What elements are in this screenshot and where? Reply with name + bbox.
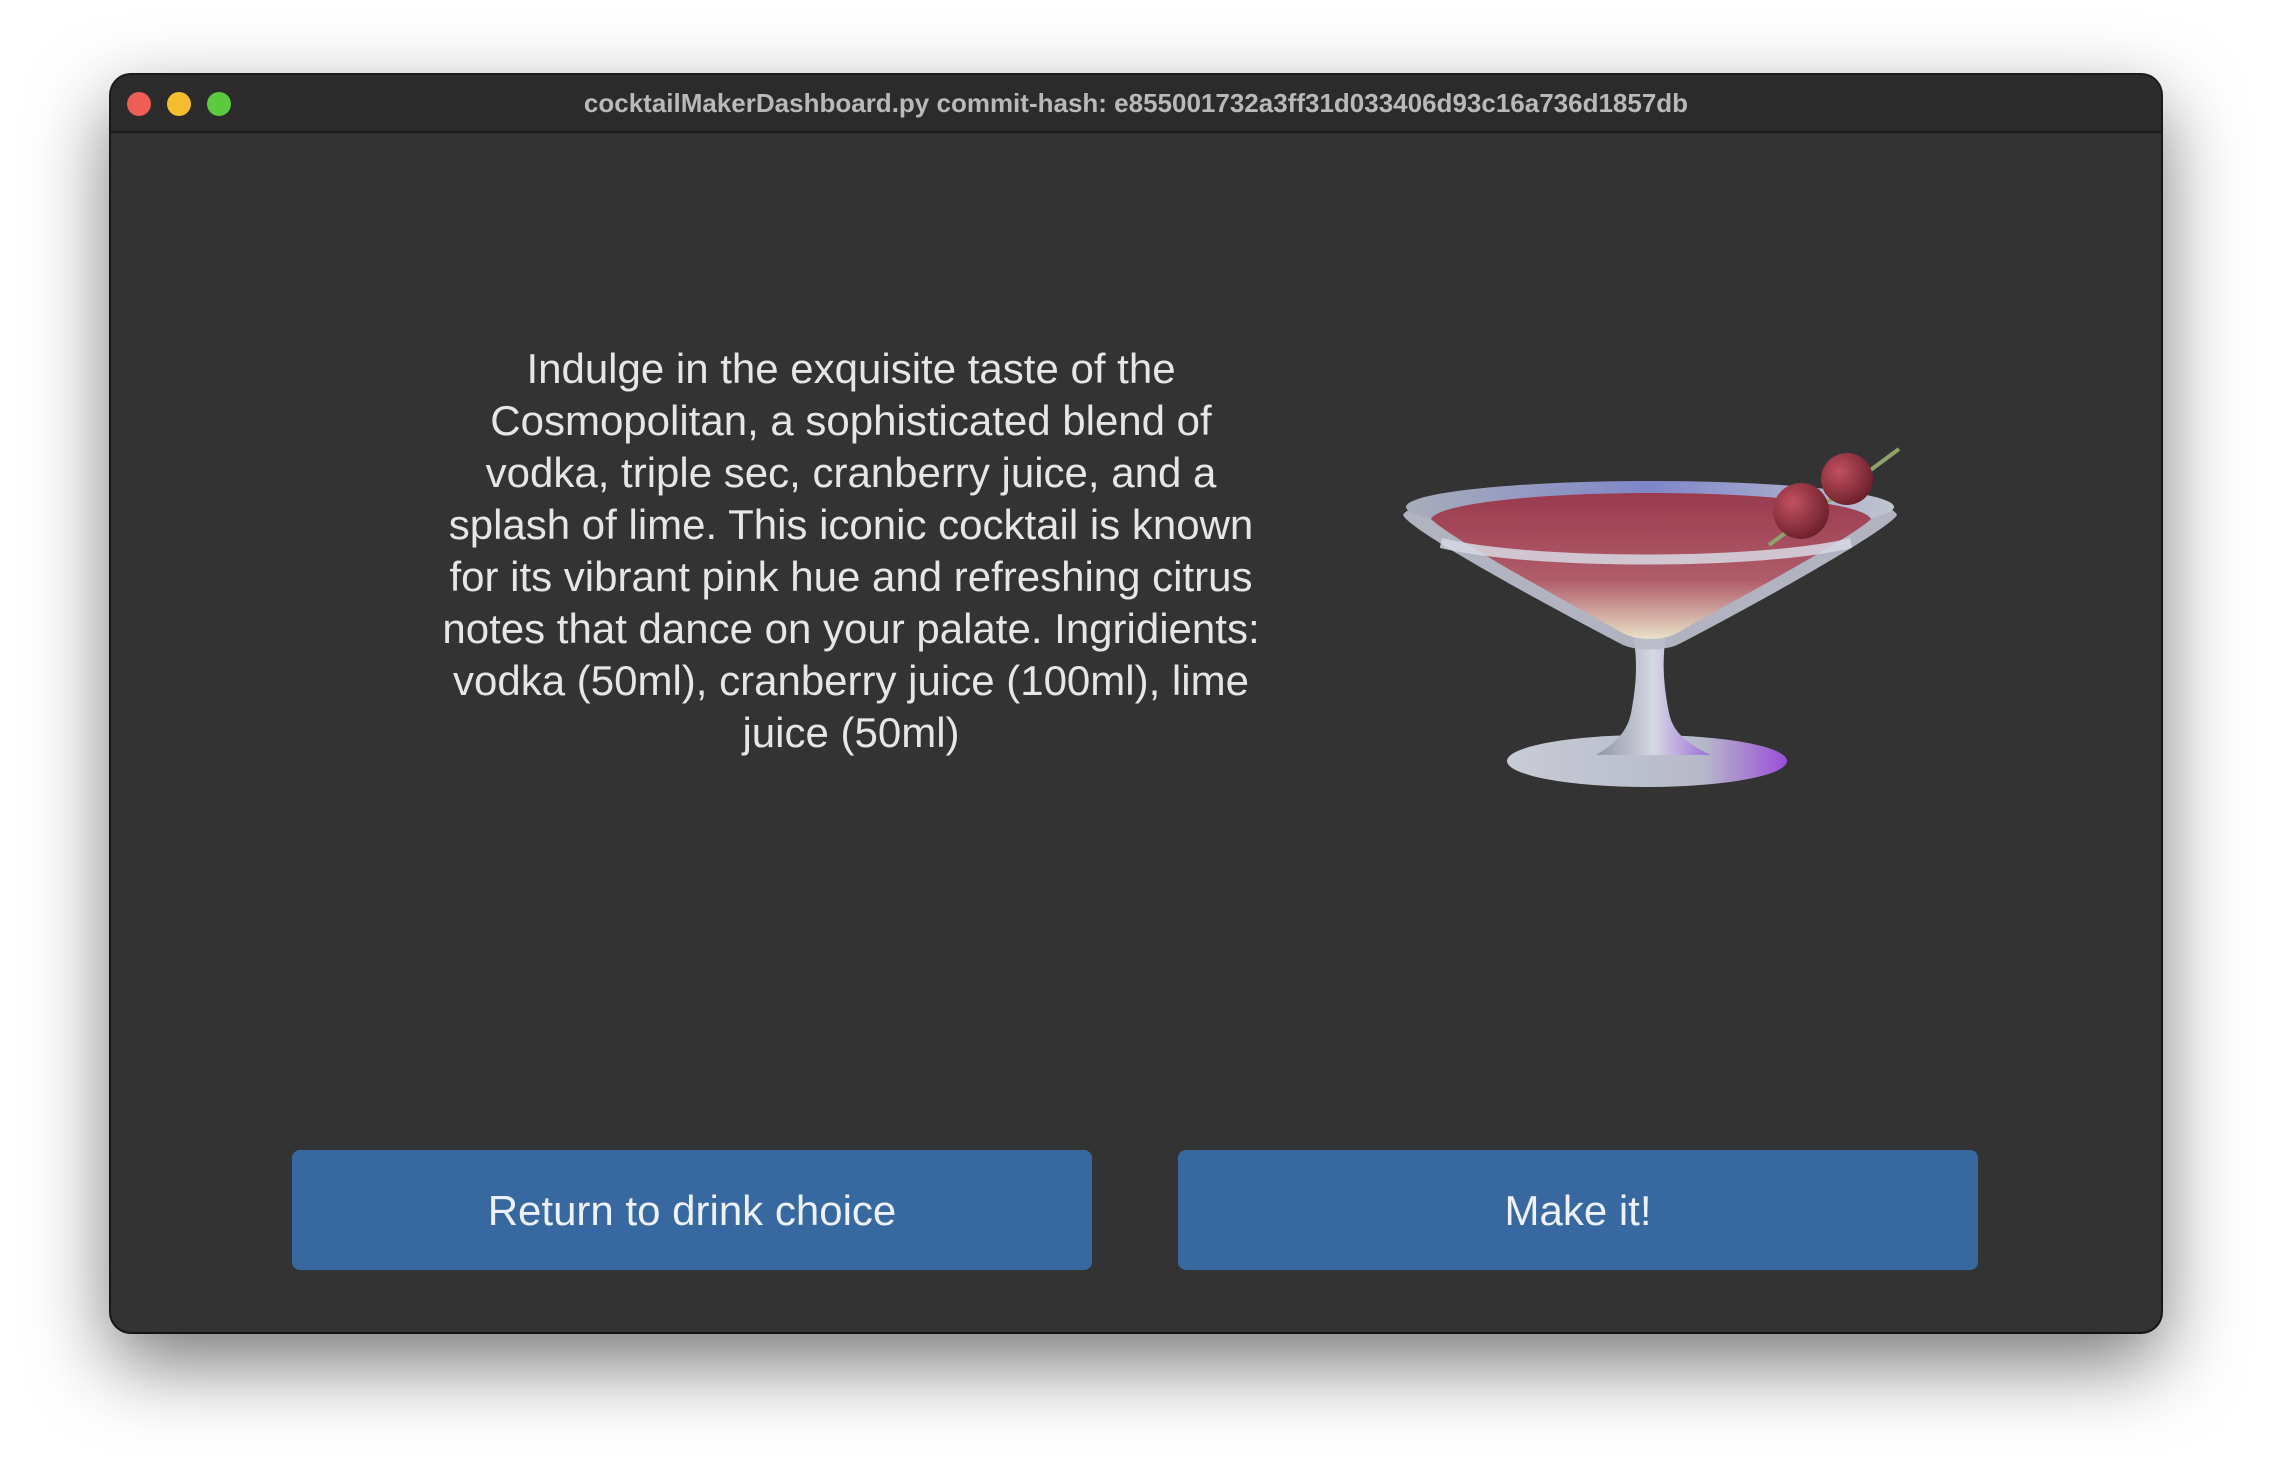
dashboard-content: Indulge in the exquisite taste of the Co… bbox=[111, 133, 2161, 1332]
return-to-drink-choice-button[interactable]: Return to drink choice bbox=[292, 1150, 1092, 1270]
cocktail-glass-icon bbox=[1381, 293, 1921, 833]
drink-description: Indulge in the exquisite taste of the Co… bbox=[442, 345, 1260, 756]
title-bar: cocktailMakerDashboard.py commit-hash: e… bbox=[111, 75, 2161, 133]
app-window: cocktailMakerDashboard.py commit-hash: e… bbox=[111, 75, 2161, 1332]
make-it-button[interactable]: Make it! bbox=[1178, 1150, 1978, 1270]
screen: cocktailMakerDashboard.py commit-hash: e… bbox=[0, 0, 2272, 1480]
window-title: cocktailMakerDashboard.py commit-hash: e… bbox=[583, 88, 1689, 118]
